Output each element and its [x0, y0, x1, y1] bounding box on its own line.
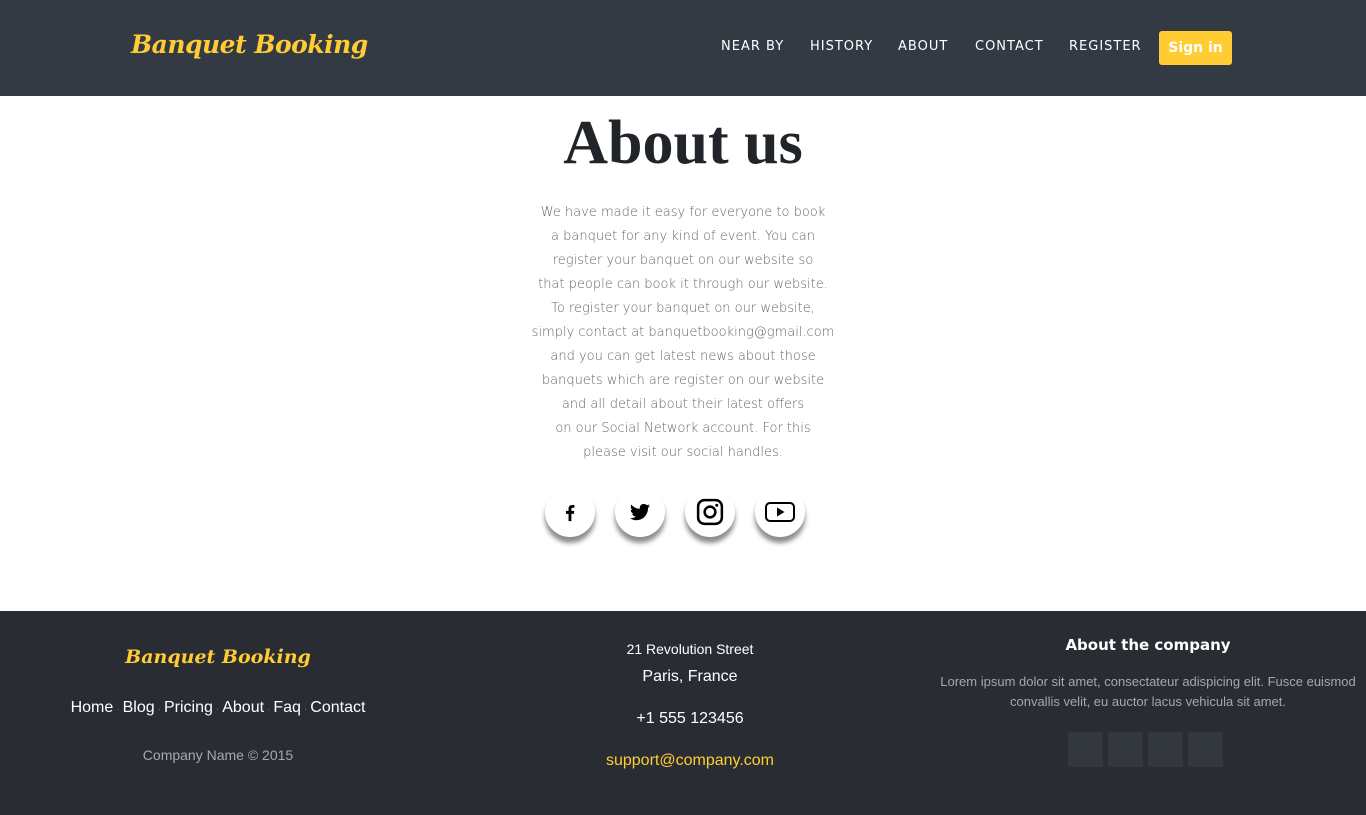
about-company-line: Lorem ipsum dolor sit amet, consectateur…: [940, 674, 1356, 689]
youtube-button[interactable]: [755, 487, 805, 537]
city-address: Paris, France: [642, 668, 738, 685]
about-line: that people can book it through our webs…: [538, 277, 828, 292]
facebook-button[interactable]: [545, 487, 595, 537]
about-company-line: convallis velit, eu auctor lacus vehicul…: [1009, 694, 1286, 709]
footer-link-home[interactable]: Home: [71, 699, 114, 716]
about-company-heading: About the company: [1065, 636, 1231, 654]
footer-link-about[interactable]: About: [222, 699, 264, 716]
about-line: register your banquet on our website so: [552, 253, 814, 268]
copyright: Company Name © 2015: [142, 747, 294, 763]
footer-social-button[interactable]: [1068, 732, 1103, 767]
about-description: We have made it easy for everyone to boo…: [0, 201, 1366, 465]
phone-number: +1 555 123456: [636, 710, 744, 727]
street-address: 21 Revolution Street: [626, 641, 754, 657]
footer-social-button[interactable]: [1148, 732, 1183, 767]
nav-register[interactable]: REGISTER: [1069, 39, 1142, 54]
separator-dot: ·: [157, 704, 161, 715]
page-title: About us: [563, 109, 803, 177]
footer-link-contact[interactable]: Contact: [310, 699, 365, 716]
separator-dot: ·: [267, 704, 271, 715]
footer-social-button[interactable]: [1108, 732, 1143, 767]
about-line: and all detail about their latest offers: [561, 397, 805, 412]
youtube-icon: [765, 502, 795, 522]
sign-in-button[interactable]: Sign in: [1159, 31, 1232, 65]
about-line: We have made it easy for everyone to boo…: [540, 205, 826, 220]
about-line: and you can get latest news about those: [550, 349, 816, 364]
instagram-button[interactable]: [685, 487, 735, 537]
separator-dot: ·: [116, 704, 120, 715]
about-line: simply contact at banquetbooking@gmail.c…: [531, 325, 835, 340]
instagram-icon: [696, 498, 724, 526]
nav-contact[interactable]: CONTACT: [975, 39, 1044, 54]
about-line: To register your banquet on our website,: [551, 301, 815, 316]
nav-near-by[interactable]: NEAR BY: [721, 39, 784, 54]
about-company-text: Lorem ipsum dolor sit amet, consectateur…: [930, 672, 1366, 712]
support-email-link[interactable]: support@company.com: [490, 752, 890, 770]
separator-dot: ·: [215, 704, 220, 715]
footer-link-blog[interactable]: Blog: [123, 699, 155, 716]
social-links: [0, 487, 1366, 547]
twitter-button[interactable]: [615, 487, 665, 537]
nav-history[interactable]: HISTORY: [810, 39, 873, 54]
site-footer: Banquet Booking Home · Blog · Pricing · About ·…: [0, 611, 1366, 815]
footer-link-pricing[interactable]: Pricing: [164, 699, 213, 716]
footer-links: Home · Blog · Pricing · About · Faq · Contact: [0, 699, 436, 717]
about-line: banquets which are register on our websi…: [541, 373, 825, 388]
footer-social-button[interactable]: [1188, 732, 1223, 767]
twitter-icon: [630, 503, 650, 521]
about-line: please visit our social handles.: [583, 445, 783, 460]
about-line: a banquet for any kind of event. You can: [551, 229, 815, 244]
footer-brand-logo[interactable]: Banquet Booking: [0, 646, 436, 668]
footer-link-faq[interactable]: Faq: [273, 699, 301, 716]
nav-about[interactable]: ABOUT: [898, 39, 948, 54]
separator-dot: ·: [303, 704, 308, 715]
site-header: Banquet Booking NEAR BY HISTORY ABOUT CO…: [0, 0, 1366, 96]
about-line: on our Social Network account. For this: [555, 421, 811, 436]
facebook-icon: [565, 504, 575, 522]
